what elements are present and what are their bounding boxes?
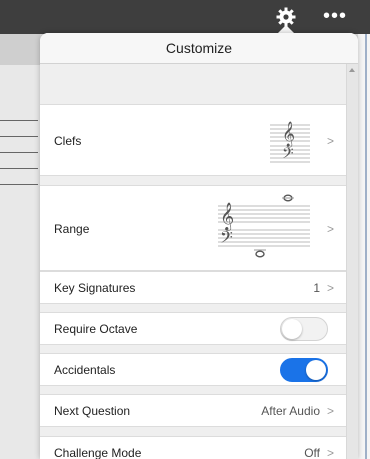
background-right-edge [358,34,370,459]
ellipsis-icon[interactable]: ••• [323,6,349,26]
chevron-right-icon: > [326,222,334,236]
range-staff-icon: 𝄞 𝄢 [218,194,310,258]
require-octave-toggle[interactable] [280,317,328,341]
clefs-row[interactable]: Clefs 𝄞 𝄢 > [40,104,346,176]
key-signatures-value: 1 [313,281,320,295]
background-panel [0,34,40,459]
range-label: Range [54,222,90,236]
chevron-right-icon: > [326,281,334,295]
challenge-mode-value: Off [304,446,320,459]
scroll-up-arrow-icon[interactable] [349,68,355,72]
accidentals-toggle[interactable] [280,358,328,382]
key-signatures-row[interactable]: Key Signatures 1 > [40,271,346,304]
background-divider [0,168,38,169]
settings-list[interactable]: Clefs 𝄞 𝄢 > Range 𝄞 𝄢 > Key Signatures 1… [40,64,358,459]
toggle-knob [306,360,326,380]
background-divider [0,152,38,153]
challenge-mode-label: Challenge Mode [54,446,142,459]
challenge-mode-row[interactable]: Challenge Mode Off > [40,436,346,459]
toggle-knob [282,319,302,339]
chevron-right-icon: > [326,134,334,148]
window-border [365,34,367,459]
background-divider [0,120,38,121]
customize-popover: Customize Clefs 𝄞 𝄢 > Range 𝄞 𝄢 > Key Si… [40,33,358,459]
require-octave-label: Require Octave [54,322,138,336]
background-divider [0,136,38,137]
gear-icon[interactable] [276,7,296,27]
chevron-right-icon: > [326,404,334,418]
clefs-label: Clefs [54,134,82,148]
range-row[interactable]: Range 𝄞 𝄢 > [40,185,346,271]
svg-text:𝄢: 𝄢 [282,145,294,165]
accidentals-row: Accidentals [40,353,346,386]
next-question-row[interactable]: Next Question After Audio > [40,394,346,427]
next-question-value: After Audio [261,404,320,418]
background-divider [0,184,38,185]
next-question-label: Next Question [54,404,131,418]
popover-title: Customize [40,33,358,64]
require-octave-row: Require Octave [40,312,346,345]
svg-text:𝄢: 𝄢 [220,227,233,251]
scrollbar[interactable] [346,64,358,459]
background-header [0,34,40,65]
top-toolbar: ••• [0,0,370,34]
accidentals-label: Accidentals [54,363,116,377]
svg-text:𝄞: 𝄞 [282,121,295,147]
chevron-right-icon: > [326,446,334,459]
clefs-staff-icon: 𝄞 𝄢 [270,121,310,165]
key-signatures-label: Key Signatures [54,281,136,295]
